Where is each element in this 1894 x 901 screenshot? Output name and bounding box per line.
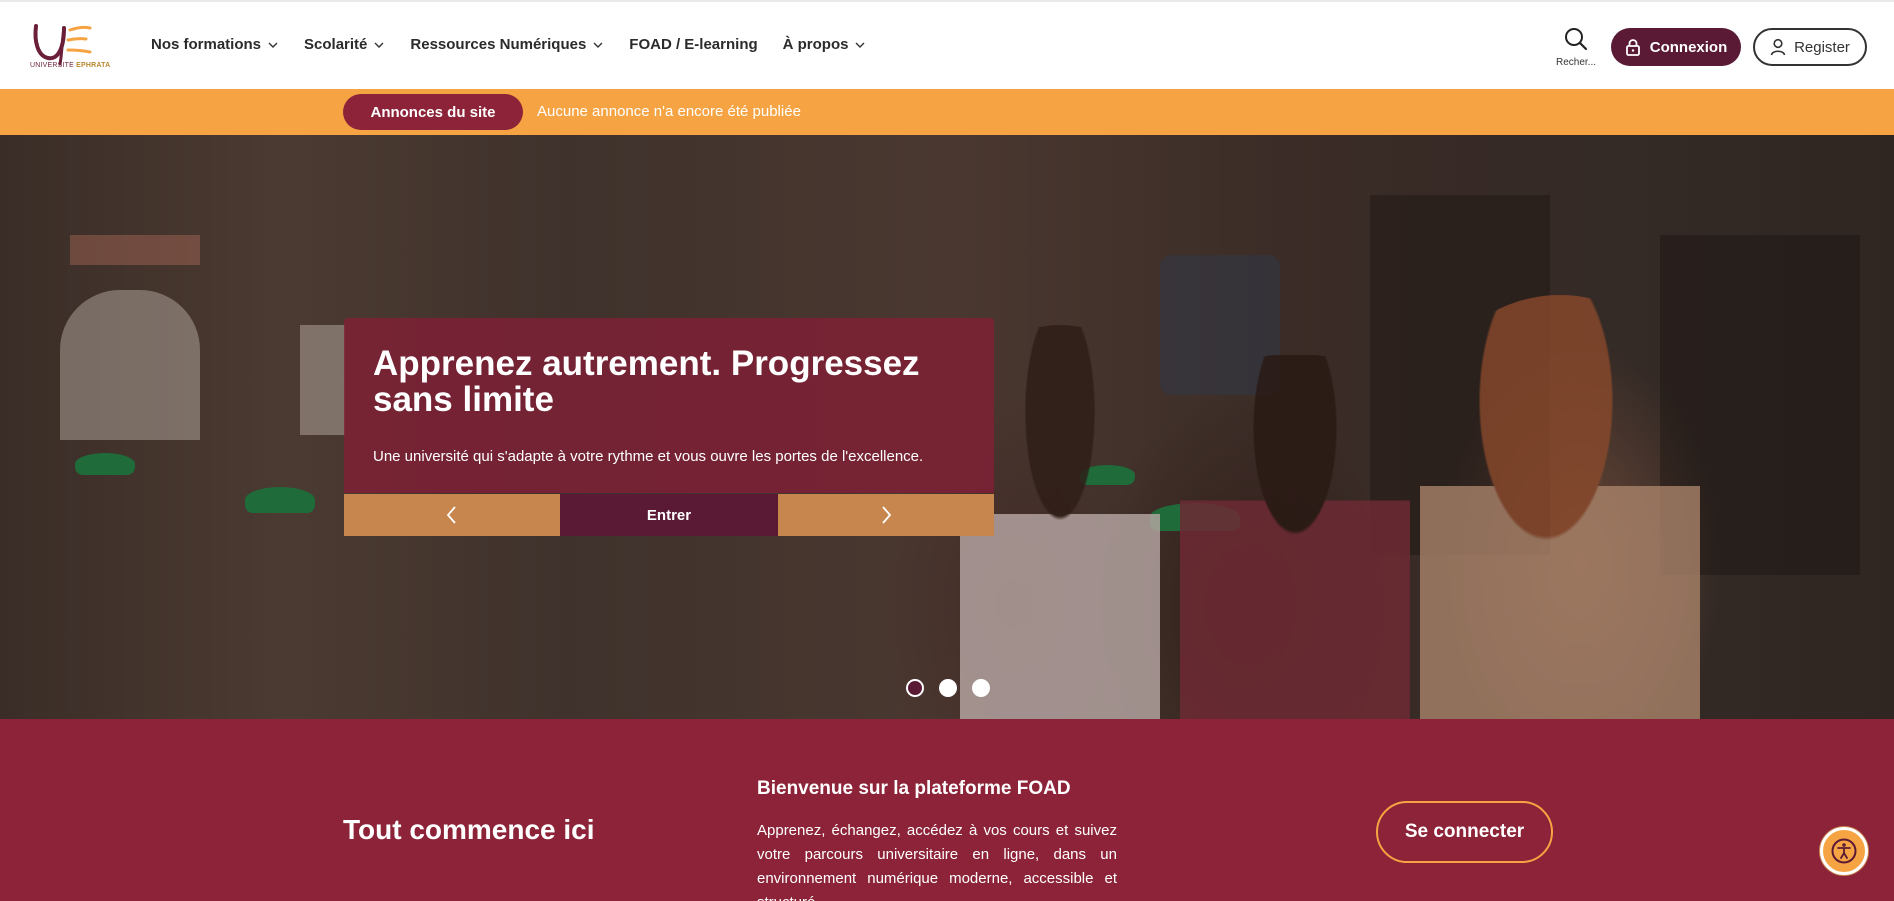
chevron-right-icon <box>882 506 892 524</box>
nav-item-label: Scolarité <box>304 36 368 53</box>
carousel-dot[interactable] <box>972 679 990 697</box>
accessibility-icon <box>1831 838 1857 864</box>
hero-bg-window <box>60 290 200 440</box>
user-icon <box>1770 38 1786 56</box>
nav-item-a-propos[interactable]: À propos <box>783 36 867 53</box>
welcome-tagline: Tout commence ici <box>343 814 595 845</box>
login-button[interactable]: Connexion <box>1611 28 1741 66</box>
hero-enter-button[interactable]: Entrer <box>560 494 778 536</box>
login-label: Connexion <box>1649 38 1728 56</box>
chevron-left-icon <box>446 506 456 524</box>
register-button[interactable]: Register <box>1753 28 1867 66</box>
chevron-down-icon <box>268 42 278 48</box>
hero-bg-person <box>1180 355 1410 719</box>
hero-title: Apprenez autrement. Progressez sans limi… <box>373 344 920 419</box>
nav-item-label: FOAD / E-learning <box>629 36 758 53</box>
search-label: Recher... <box>1555 57 1597 68</box>
search-icon <box>1565 28 1588 51</box>
carousel-prev-button[interactable] <box>344 494 560 536</box>
welcome-heading: Bienvenue sur la plateforme FOAD <box>757 778 1071 799</box>
chevron-down-icon <box>593 42 603 48</box>
nav-item-foad-elearning[interactable]: FOAD / E-learning <box>629 36 757 53</box>
nav-item-nos-formations[interactable]: Nos formations <box>151 36 279 53</box>
nav-item-label: Nos formations <box>151 36 262 53</box>
carousel-indicators <box>906 679 990 697</box>
hero-card: Apprenez autrement. Progressez sans limi… <box>344 318 994 493</box>
carousel-dot[interactable] <box>906 679 924 697</box>
hero-bg-window <box>70 235 200 265</box>
hero-controls: Entrer <box>344 494 994 536</box>
connect-button[interactable]: Se connecter <box>1376 801 1553 863</box>
nav-item-scolarite[interactable]: Scolarité <box>304 36 385 53</box>
chevron-down-icon <box>374 42 384 48</box>
announcement-text: Aucune annonce n'a encore été publiée <box>537 103 801 120</box>
main-nav: Nos formations Scolarité Ressources Numé… <box>151 36 891 53</box>
announcement-bar: Annonces du site Aucune annonce n'a enco… <box>0 89 1894 135</box>
nav-item-label: À propos <box>782 36 849 53</box>
site-header: UNIVERSITE EPHRATA Nos formations Scolar… <box>0 0 1894 89</box>
register-label: Register <box>1794 38 1850 56</box>
logo-wordmark: UNIVERSITE EPHRATA <box>30 62 111 69</box>
hero-bg-window <box>300 325 345 435</box>
hero-bg-lamp <box>75 453 135 475</box>
hero-bg-lamp <box>245 487 315 513</box>
accessibility-button[interactable] <box>1820 827 1868 875</box>
hero-subtitle: Une université qui s'adapte à votre ryth… <box>373 448 924 465</box>
carousel-next-button[interactable] <box>778 494 994 536</box>
welcome-description: Apprenez, échangez, accédez à vos cours … <box>757 822 1117 901</box>
nav-item-label: Ressources Numériques <box>410 36 587 53</box>
hero-bg-person <box>1420 295 1700 719</box>
nav-item-ressources-numeriques[interactable]: Ressources Numériques <box>410 36 604 53</box>
site-logo[interactable]: UNIVERSITE EPHRATA <box>0 2 110 89</box>
chevron-down-icon <box>855 42 865 48</box>
lock-icon <box>1625 39 1640 56</box>
search-button[interactable]: Recher... <box>1550 26 1602 68</box>
announcements-badge[interactable]: Annonces du site <box>343 94 523 130</box>
carousel-dot[interactable] <box>939 679 957 697</box>
welcome-section: Tout commence ici Bienvenue sur la plate… <box>0 719 1894 901</box>
hero-carousel: Apprenez autrement. Progressez sans limi… <box>0 135 1894 719</box>
